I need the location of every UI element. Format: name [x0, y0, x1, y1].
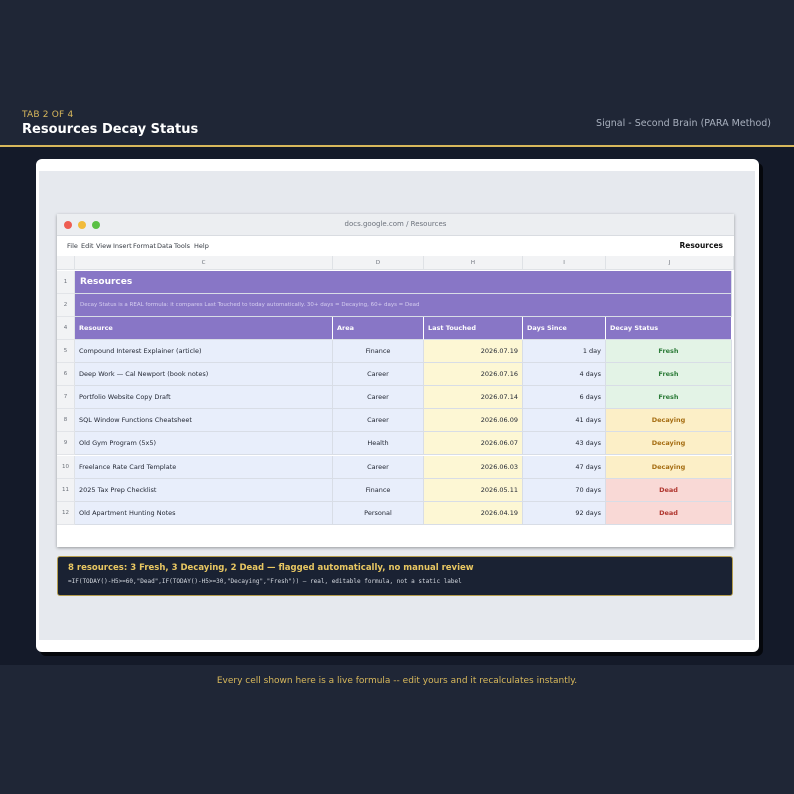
cell-area[interactable]: Finance — [333, 478, 424, 502]
tab-indicator: TAB 2 OF 4 — [22, 110, 74, 120]
sheet-banner-title[interactable]: Resources — [75, 271, 732, 294]
cell-area[interactable]: Health — [333, 432, 424, 456]
row-number[interactable]: 12 — [57, 501, 75, 525]
header-area[interactable]: Area — [333, 317, 424, 340]
browser-window: docs.google.com / Resources File Edit Vi… — [57, 214, 734, 547]
menu-bar: File Edit View Insert Format Data Tools … — [57, 237, 734, 256]
cell-last-touched[interactable]: 2026.07.14 — [424, 386, 523, 410]
cell-last-touched[interactable]: 2026.06.07 — [424, 432, 523, 456]
cell-last-touched[interactable]: 2026.06.09 — [424, 409, 523, 433]
row-number[interactable]: 11 — [57, 478, 75, 502]
address-bar[interactable]: docs.google.com / Resources — [57, 220, 734, 228]
row-number[interactable]: 5 — [57, 340, 75, 364]
summary-box: 8 resources: 3 Fresh, 3 Decaying, 2 Dead… — [57, 556, 733, 596]
row-number[interactable]: 7 — [57, 386, 75, 410]
cell-last-touched[interactable]: 2026.04.19 — [424, 501, 523, 525]
menu-file[interactable]: File — [67, 242, 78, 250]
cell-days-since[interactable]: 43 days — [523, 432, 606, 456]
cell-last-touched[interactable]: 2026.07.16 — [424, 363, 523, 387]
cell-decay-status[interactable]: Fresh — [606, 363, 732, 387]
cell-days-since[interactable]: 1 day — [523, 340, 606, 364]
cell-resource[interactable]: Deep Work — Cal Newport (book notes) — [75, 363, 333, 387]
cell-resource[interactable]: 2025 Tax Prep Checklist — [75, 478, 333, 502]
cell-area[interactable]: Career — [333, 455, 424, 479]
cell-decay-status[interactable]: Dead — [606, 501, 732, 525]
cell-resource[interactable]: Old Gym Program (5x5) — [75, 432, 333, 456]
cell-decay-status[interactable]: Decaying — [606, 432, 732, 456]
cell-resource[interactable]: SQL Window Functions Cheatsheet — [75, 409, 333, 433]
row-number-1[interactable]: 1 — [57, 271, 75, 294]
cell-resource[interactable]: Compound Interest Explainer (article) — [75, 340, 333, 364]
row-number-4[interactable]: 4 — [57, 317, 75, 340]
cell-decay-status[interactable]: Decaying — [606, 409, 732, 433]
header-days-since[interactable]: Days Since — [523, 317, 606, 340]
menu-tools[interactable]: Tools — [174, 242, 190, 250]
row-number[interactable]: 8 — [57, 409, 75, 433]
header-decay-status[interactable]: Decay Status — [606, 317, 732, 340]
column-header-j[interactable]: J — [606, 256, 734, 270]
menu-format[interactable]: Format — [133, 242, 156, 250]
cell-resource[interactable]: Old Apartment Hunting Notes — [75, 501, 333, 525]
cell-decay-status[interactable]: Decaying — [606, 455, 732, 479]
summary-title: 8 resources: 3 Fresh, 3 Decaying, 2 Dead… — [68, 563, 474, 573]
menu-edit[interactable]: Edit — [81, 242, 94, 250]
row-number[interactable]: 6 — [57, 363, 75, 387]
header-resource[interactable]: Resource — [75, 317, 333, 340]
cell-decay-status[interactable]: Fresh — [606, 386, 732, 410]
corner-cell[interactable] — [57, 256, 75, 270]
cell-area[interactable]: Personal — [333, 501, 424, 525]
browser-titlebar: docs.google.com / Resources — [57, 214, 734, 236]
page-title: Resources Decay Status — [22, 122, 199, 137]
menu-help[interactable]: Help — [194, 242, 209, 250]
cell-days-since[interactable]: 70 days — [523, 478, 606, 502]
cell-area[interactable]: Finance — [333, 340, 424, 364]
document-name: Resources — [679, 241, 723, 250]
menu-data[interactable]: Data — [157, 242, 173, 250]
menu-view[interactable]: View — [96, 242, 111, 250]
cell-days-since[interactable]: 41 days — [523, 409, 606, 433]
cell-days-since[interactable]: 47 days — [523, 455, 606, 479]
cell-days-since[interactable]: 6 days — [523, 386, 606, 410]
cell-last-touched[interactable]: 2026.07.19 — [424, 340, 523, 364]
row-number[interactable]: 10 — [57, 455, 75, 479]
footer-note: Every cell shown here is a live formula … — [216, 676, 578, 686]
row-number[interactable]: 9 — [57, 432, 75, 456]
cell-resource[interactable]: Freelance Rate Card Template — [75, 455, 333, 479]
column-header-d[interactable]: D — [333, 256, 424, 270]
sheet-banner-subtitle[interactable]: Decay Status is a REAL formula: it compa… — [75, 294, 732, 317]
cell-area[interactable]: Career — [333, 386, 424, 410]
menu-insert[interactable]: Insert — [113, 242, 132, 250]
cell-area[interactable]: Career — [333, 363, 424, 387]
cell-decay-status[interactable]: Fresh — [606, 340, 732, 364]
column-header-h[interactable]: H — [424, 256, 523, 270]
cell-last-touched[interactable]: 2026.06.03 — [424, 455, 523, 479]
row-number-2[interactable]: 2 — [57, 294, 75, 317]
cell-decay-status[interactable]: Dead — [606, 478, 732, 502]
header-last-touched[interactable]: Last Touched — [424, 317, 523, 340]
formula-text: =IF(TODAY()-H5>=60,"Dead",IF(TODAY()-H5>… — [68, 578, 462, 585]
cell-last-touched[interactable]: 2026.05.11 — [424, 478, 523, 502]
brand-label: Signal - Second Brain (PARA Method) — [596, 118, 771, 129]
cell-area[interactable]: Career — [333, 409, 424, 433]
column-header-i[interactable]: I — [523, 256, 606, 270]
cell-days-since[interactable]: 92 days — [523, 501, 606, 525]
column-header-c[interactable]: C — [75, 256, 333, 270]
cell-resource[interactable]: Portfolio Website Copy Draft — [75, 386, 333, 410]
cell-days-since[interactable]: 4 days — [523, 363, 606, 387]
